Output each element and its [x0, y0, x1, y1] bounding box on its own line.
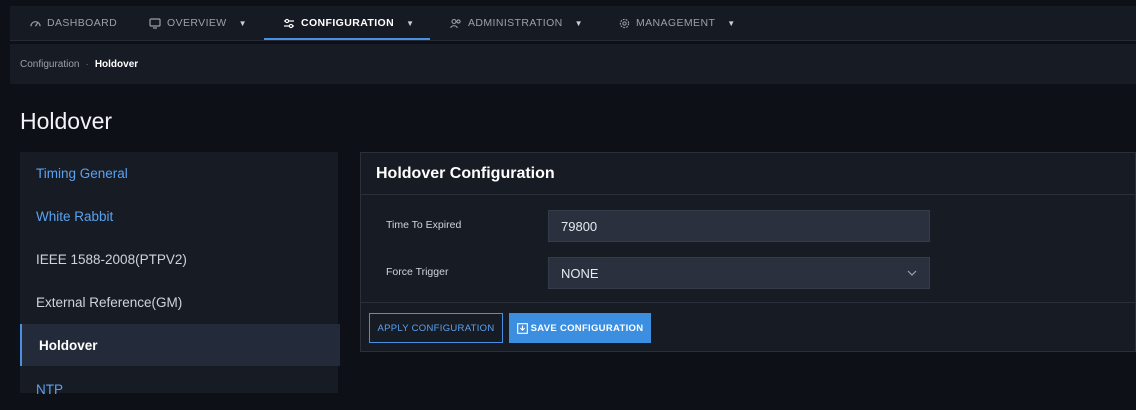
nav-overview-label: OVERVIEW — [167, 17, 227, 29]
users-icon — [450, 18, 462, 29]
sidebar: Timing General White Rabbit IEEE 1588-20… — [20, 152, 340, 397]
gear-icon — [619, 18, 630, 29]
sidebar-item-label: Holdover — [39, 337, 98, 353]
nav-configuration[interactable]: CONFIGURATION ▼ — [283, 6, 414, 40]
active-tab-indicator — [264, 38, 430, 40]
nav-dashboard[interactable]: DASHBOARD — [30, 6, 117, 40]
panel-header: Holdover Configuration — [361, 153, 1135, 195]
nav-administration[interactable]: ADMINISTRATION ▼ — [450, 6, 583, 40]
sidebar-item-white-rabbit[interactable]: White Rabbit — [20, 195, 338, 237]
sidebar-item-label: IEEE 1588-2008(PTPV2) — [36, 251, 187, 267]
sidebar-item-timing-general[interactable]: Timing General — [20, 152, 338, 194]
sidebar-item-holdover[interactable]: Holdover — [20, 324, 340, 366]
force-trigger-value: NONE — [561, 265, 599, 281]
panel-divider — [361, 302, 1135, 303]
apply-configuration-label: APPLY CONFIGURATION — [377, 322, 495, 334]
holdover-config-panel: Holdover Configuration Time To Expired 7… — [360, 152, 1136, 352]
sidebar-item-label: White Rabbit — [36, 208, 114, 224]
breadcrumb-separator: · — [85, 58, 89, 70]
force-trigger-label: Force Trigger — [386, 266, 449, 278]
sidebar-item-external-reference[interactable]: External Reference(GM) — [20, 281, 338, 323]
breadcrumb-link-configuration[interactable]: Configuration — [20, 59, 79, 70]
apply-configuration-button[interactable]: APPLY CONFIGURATION — [369, 313, 503, 343]
top-nav: DASHBOARD OVERVIEW ▼ CONFIGURATION ▼ ADM… — [10, 6, 1136, 41]
panel-title: Holdover Configuration — [376, 164, 555, 182]
dashboard-icon — [30, 18, 41, 29]
chevron-down-icon: ▼ — [406, 18, 415, 28]
chevron-down-icon — [907, 267, 917, 279]
nav-administration-label: ADMINISTRATION — [468, 17, 563, 29]
chevron-down-icon: ▼ — [574, 18, 583, 28]
nav-dashboard-label: DASHBOARD — [47, 17, 118, 29]
save-configuration-button[interactable]: SAVE CONFIGURATION — [509, 313, 651, 343]
nav-management-label: MANAGEMENT — [636, 17, 716, 29]
nav-overview[interactable]: OVERVIEW ▼ — [149, 6, 247, 40]
chevron-down-icon: ▼ — [727, 18, 736, 28]
sidebar-item-ieee-1588[interactable]: IEEE 1588-2008(PTPV2) — [20, 238, 338, 280]
sliders-icon — [283, 18, 295, 29]
sidebar-item-ntp[interactable]: NTP — [20, 368, 338, 410]
time-to-expired-value: 79800 — [561, 218, 598, 234]
page-title: Holdover — [20, 108, 113, 134]
sidebar-item-label: NTP — [36, 381, 63, 397]
breadcrumb-current: Holdover — [94, 58, 139, 70]
nav-management[interactable]: MANAGEMENT ▼ — [619, 6, 736, 40]
time-to-expired-input[interactable]: 79800 — [548, 210, 930, 242]
save-icon — [516, 322, 528, 334]
monitor-icon — [149, 17, 161, 29]
sidebar-item-label: External Reference(GM) — [36, 294, 183, 310]
breadcrumb: Configuration · Holdover — [10, 44, 1136, 84]
force-trigger-select[interactable]: NONE — [548, 257, 930, 289]
nav-configuration-label: CONFIGURATION — [301, 17, 395, 29]
chevron-down-icon: ▼ — [238, 18, 247, 28]
sidebar-item-label: Timing General — [36, 165, 128, 181]
time-to-expired-label: Time To Expired — [386, 219, 462, 231]
save-configuration-label: SAVE CONFIGURATION — [530, 322, 644, 334]
